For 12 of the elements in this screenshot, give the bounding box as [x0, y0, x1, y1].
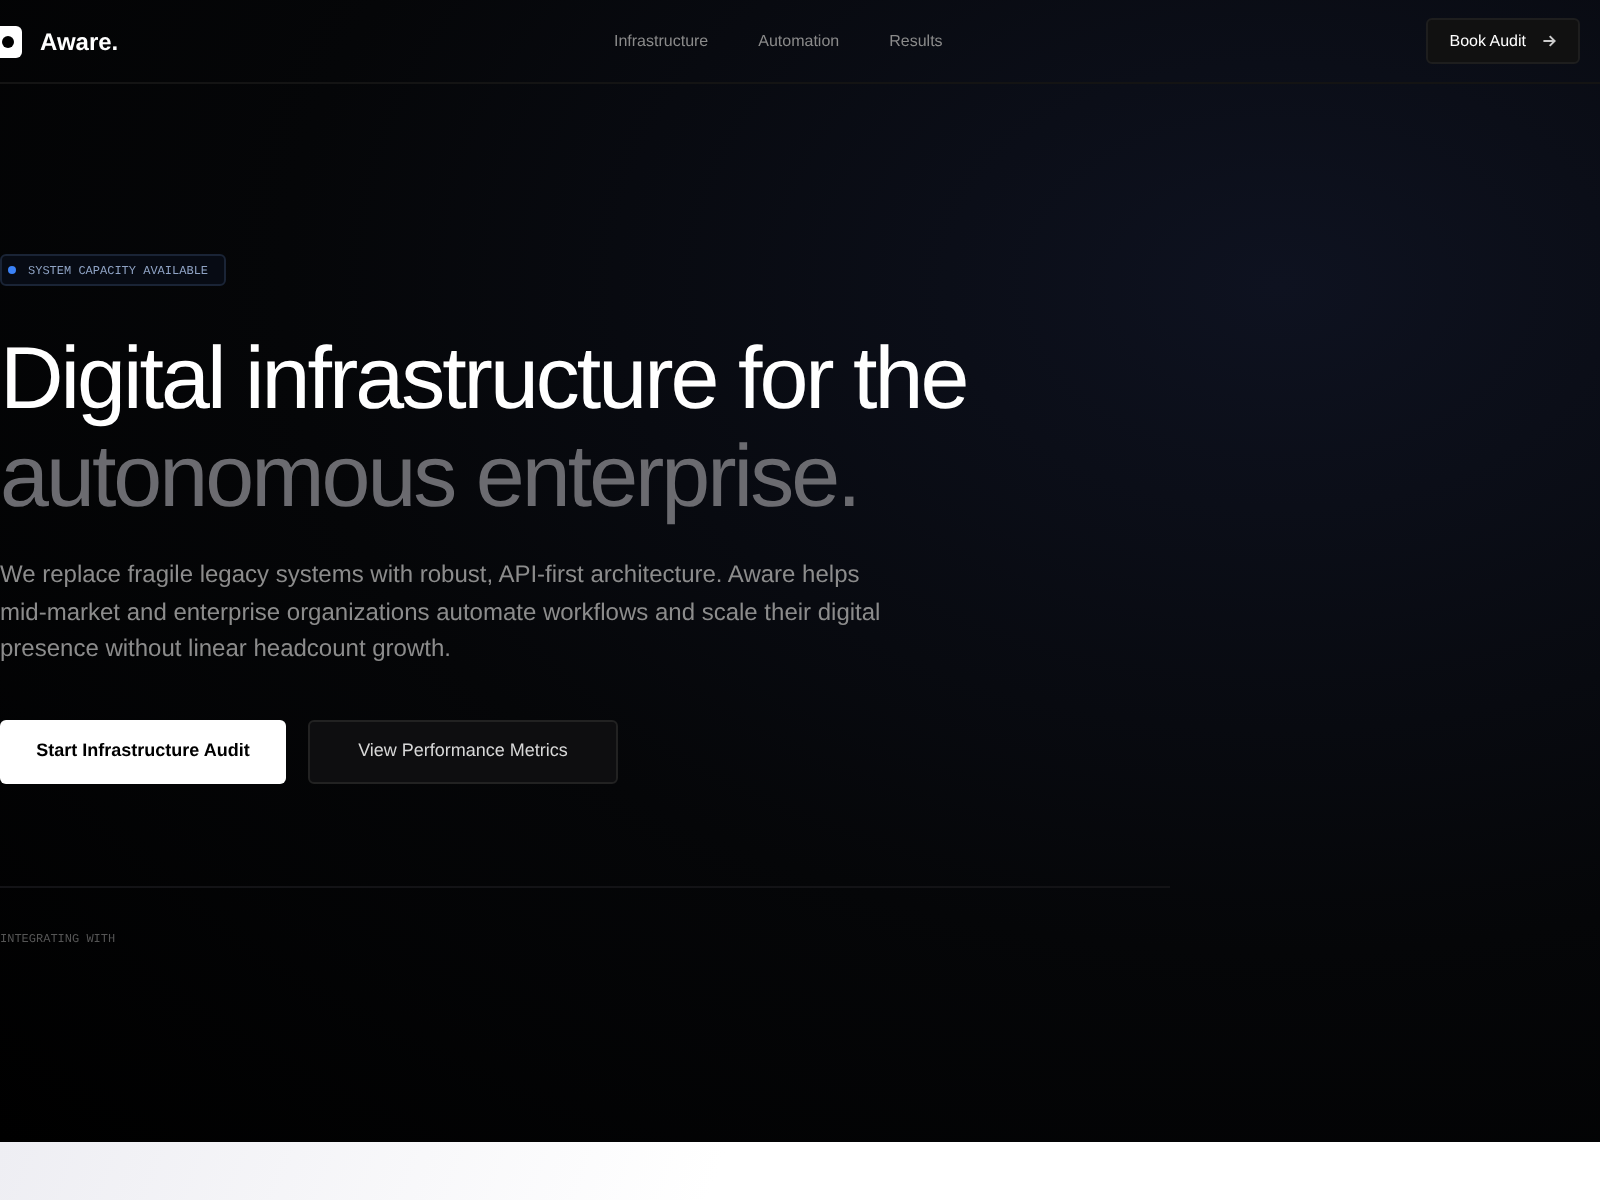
- headline-muted: autonomous enterprise.: [0, 428, 859, 526]
- nav-link[interactable]: Infrastructure: [614, 29, 709, 53]
- nav-link[interactable]: Results: [889, 29, 943, 53]
- book-audit-button[interactable]: Book Audit: [1425, 18, 1580, 64]
- brand-name: Aware.: [40, 25, 119, 59]
- headline: Digital infrastructure for the: [0, 330, 967, 428]
- hero-description: We replace fragile legacy systems with robust, API-first architecture. Aware helps mid-market and enterprise organizations automate workflows and scale their digital presence without linear headcount growth.: [0, 558, 883, 666]
- nav-link[interactable]: Automation: [758, 29, 840, 53]
- primary-button[interactable]: Start Infrastructure Audit: [0, 719, 286, 783]
- arrow-right-icon: [1542, 34, 1556, 48]
- logo-icon: [0, 25, 22, 57]
- secondary-button[interactable]: View Performance Metrics: [308, 719, 618, 783]
